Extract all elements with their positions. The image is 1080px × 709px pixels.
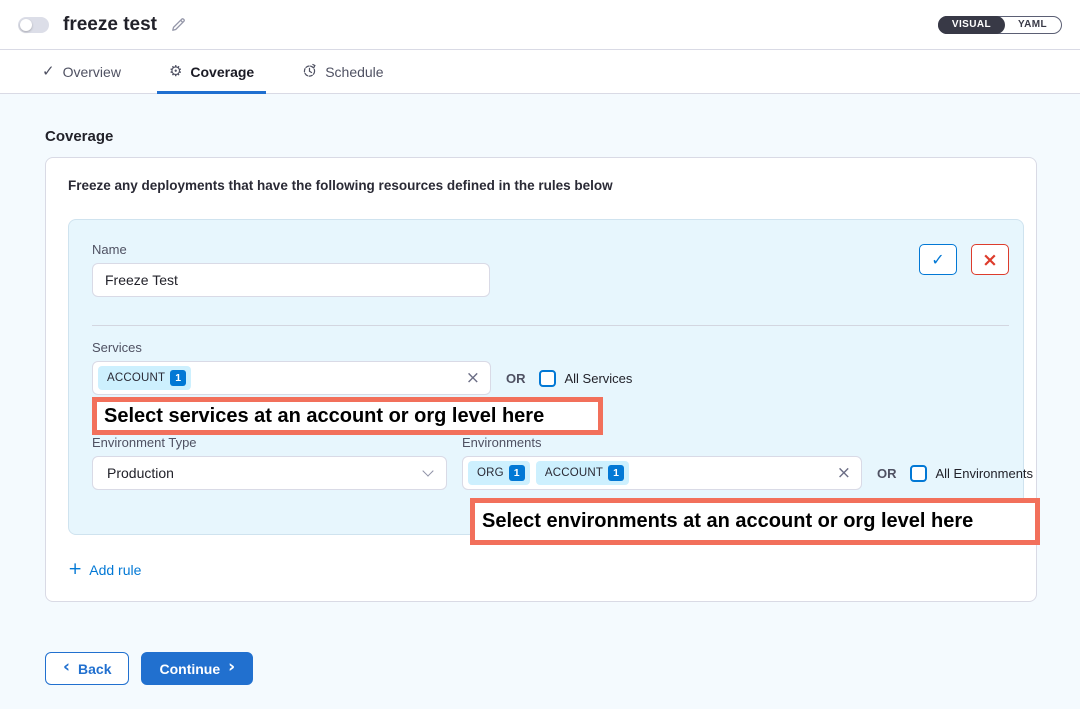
rule-actions: ✓ × bbox=[919, 244, 1009, 275]
tag-scope: ACCOUNT bbox=[545, 467, 603, 479]
yaml-option[interactable]: YAML bbox=[1004, 16, 1061, 34]
chevron-left-icon: ‹ bbox=[63, 659, 70, 676]
annotation-services: Select services at an account or org lev… bbox=[92, 397, 603, 435]
tab-schedule-label: Schedule bbox=[325, 64, 383, 80]
view-toggle: VISUAL YAML bbox=[938, 16, 1062, 34]
tag-scope: ORG bbox=[477, 467, 504, 479]
back-button[interactable]: ‹ Back bbox=[45, 652, 129, 685]
tab-overview-label: Overview bbox=[63, 64, 121, 80]
visual-option[interactable]: VISUAL bbox=[938, 16, 1005, 34]
environment-type-select[interactable]: Production bbox=[92, 456, 447, 490]
check-icon: ✓ bbox=[42, 64, 55, 79]
rule-panel: Name ✓ × Services ACCOUNT 1 bbox=[68, 219, 1024, 535]
tab-coverage[interactable]: ⚙ Coverage bbox=[157, 50, 266, 93]
tag-count-badge: 1 bbox=[170, 370, 186, 386]
environments-multiselect[interactable]: ORG 1 ACCOUNT 1 × bbox=[462, 456, 862, 490]
toggle-knob bbox=[20, 19, 32, 31]
all-services-label: All Services bbox=[565, 371, 633, 386]
services-label: Services bbox=[92, 340, 1009, 355]
schedule-clock-icon bbox=[302, 63, 317, 81]
divider bbox=[92, 325, 1009, 326]
continue-button[interactable]: Continue › bbox=[141, 652, 253, 685]
environments-group: Environments ORG 1 ACCOUNT 1 × bbox=[462, 435, 1033, 490]
account-tag[interactable]: ACCOUNT 1 bbox=[98, 366, 191, 390]
plus-icon: + bbox=[68, 561, 82, 578]
coverage-card: Freeze any deployments that have the fol… bbox=[45, 157, 1037, 602]
clear-environments-icon[interactable]: × bbox=[837, 465, 851, 482]
tag-scope: ACCOUNT bbox=[107, 372, 165, 384]
tag-count-badge: 1 bbox=[509, 465, 525, 481]
account-tag[interactable]: ACCOUNT 1 bbox=[536, 461, 629, 485]
chevron-down-icon bbox=[422, 465, 433, 476]
delete-rule-button[interactable]: × bbox=[971, 244, 1009, 275]
name-row: Name ✓ × bbox=[92, 242, 1009, 297]
header: freeze test VISUAL YAML bbox=[0, 0, 1080, 50]
or-label: OR bbox=[877, 466, 897, 481]
back-label: Back bbox=[78, 661, 111, 677]
add-rule-label: Add rule bbox=[89, 562, 141, 578]
environment-row: Environment Type Production Environments… bbox=[92, 435, 1009, 490]
org-tag[interactable]: ORG 1 bbox=[468, 461, 530, 485]
environments-row: ORG 1 ACCOUNT 1 × OR All Environments bbox=[462, 456, 1033, 490]
main-content: Coverage Freeze any deployments that hav… bbox=[0, 94, 1080, 709]
chevron-right-icon: › bbox=[228, 659, 235, 676]
environment-type-label: Environment Type bbox=[92, 435, 447, 450]
tag-count-badge: 1 bbox=[608, 465, 624, 481]
services-field-group: Services ACCOUNT 1 × OR All Services bbox=[92, 340, 1009, 395]
page-title: freeze test bbox=[63, 14, 157, 36]
freeze-enable-toggle[interactable] bbox=[18, 17, 49, 33]
name-field-group: Name bbox=[92, 242, 490, 297]
confirm-rule-button[interactable]: ✓ bbox=[919, 244, 957, 275]
tab-schedule[interactable]: Schedule bbox=[290, 50, 395, 93]
clear-services-icon[interactable]: × bbox=[466, 370, 480, 387]
edit-pencil-icon[interactable] bbox=[170, 16, 187, 33]
instruction-text: Freeze any deployments that have the fol… bbox=[68, 178, 1024, 193]
environment-type-group: Environment Type Production bbox=[92, 435, 447, 490]
name-input[interactable] bbox=[92, 263, 490, 297]
environment-type-value: Production bbox=[107, 465, 174, 481]
services-multiselect[interactable]: ACCOUNT 1 × bbox=[92, 361, 491, 395]
tab-overview[interactable]: ✓ Overview bbox=[30, 50, 133, 93]
tab-coverage-label: Coverage bbox=[190, 64, 254, 80]
annotation-environments: Select environments at an account or org… bbox=[470, 498, 1040, 545]
tab-bar: ✓ Overview ⚙ Coverage Schedule bbox=[0, 50, 1080, 94]
gear-icon: ⚙ bbox=[169, 64, 182, 79]
add-rule-button[interactable]: + Add rule bbox=[68, 561, 141, 578]
services-row: ACCOUNT 1 × OR All Services bbox=[92, 361, 1009, 395]
environments-label: Environments bbox=[462, 435, 1033, 450]
name-label: Name bbox=[92, 242, 490, 257]
all-services-checkbox[interactable] bbox=[539, 370, 556, 387]
footer-actions: ‹ Back Continue › bbox=[45, 652, 1037, 685]
all-environments-label: All Environments bbox=[936, 466, 1034, 481]
all-environments-checkbox[interactable] bbox=[910, 465, 927, 482]
section-title: Coverage bbox=[45, 128, 1037, 145]
continue-label: Continue bbox=[159, 661, 220, 677]
or-label: OR bbox=[506, 371, 526, 386]
